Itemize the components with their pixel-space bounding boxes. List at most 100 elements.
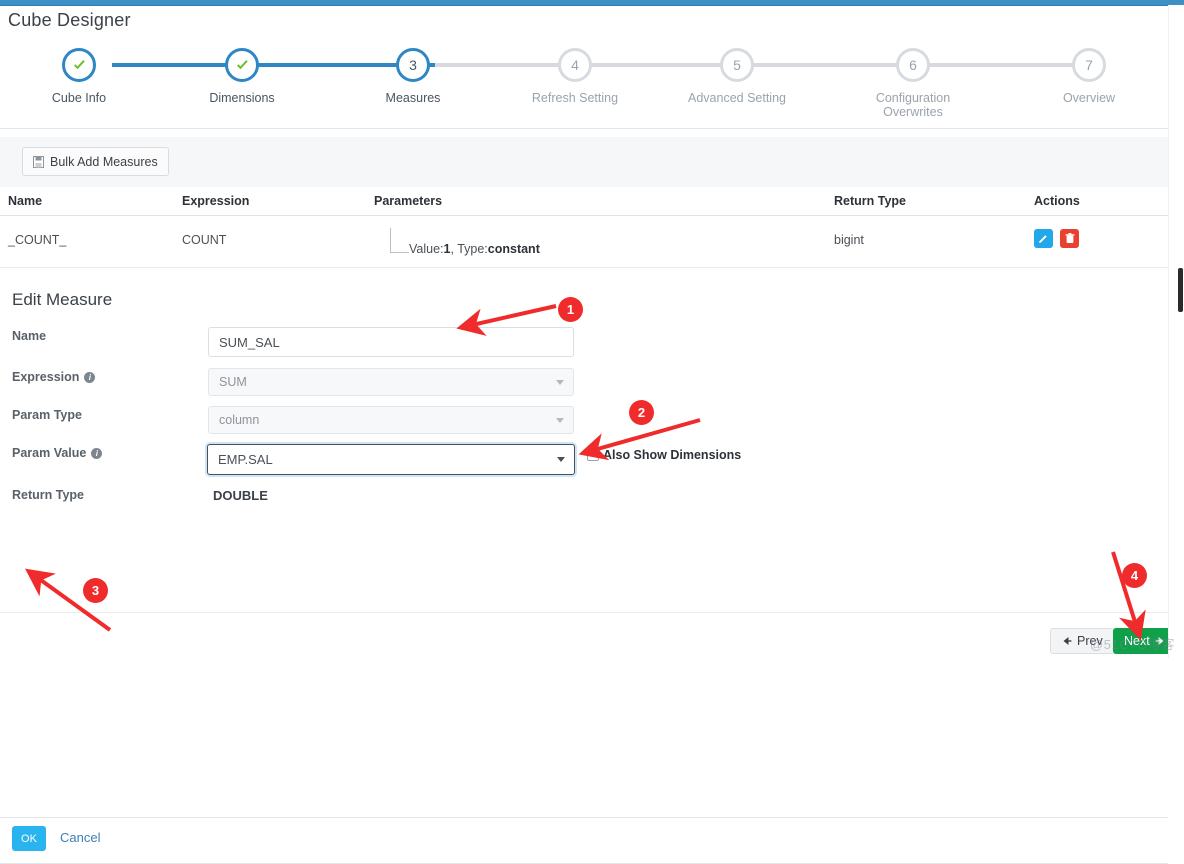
parameter-summary: Value:1, Type:constant [409, 242, 540, 256]
edit-measure-title: Edit Measure [12, 290, 113, 309]
column-header-name: Name [8, 194, 43, 208]
step-4-circle: 4 [558, 48, 592, 82]
cell-measure-actions [1034, 229, 1080, 248]
label-name-text: Name [12, 329, 47, 343]
arrow-left-icon [1063, 637, 1072, 645]
info-icon[interactable]: i [84, 371, 96, 383]
step-dimensions[interactable]: Dimensions [177, 42, 307, 105]
table-row[interactable]: _COUNT_ COUNT Value:1, Type:constant big… [0, 216, 1168, 268]
tree-elbow-connector [390, 228, 409, 253]
cell-measure-parameters: Value:1, Type:constant [390, 228, 620, 260]
stepper-divider [0, 128, 1168, 129]
floppy-icon [33, 155, 44, 168]
label-param-value: Param Value i [12, 446, 103, 460]
also-show-dimensions-checkbox[interactable] [587, 449, 599, 461]
label-param-type-text: Param Type [12, 408, 82, 422]
form-footer-divider [0, 817, 1168, 818]
prev-button-label: Prev [1077, 634, 1103, 648]
annotation-arrow-1 [456, 304, 557, 337]
field-param-value: EMP.SAL [207, 444, 575, 475]
cell-measure-return-type: bigint [834, 233, 864, 247]
measure-name-input[interactable] [208, 327, 574, 357]
annotation-badge-2: 2 [629, 400, 654, 425]
chevron-down-icon [556, 418, 564, 423]
cancel-button[interactable]: Cancel [60, 830, 100, 845]
step-overview[interactable]: 7 Overview [1024, 42, 1154, 105]
step-5-number: 5 [733, 57, 741, 73]
expression-select[interactable]: SUM [208, 368, 574, 396]
measures-table: Name Expression Parameters Return Type A… [0, 187, 1168, 268]
label-return-type: Return Type [12, 488, 84, 502]
step-1-circle [62, 48, 96, 82]
right-gutter [1168, 5, 1184, 658]
also-show-dimensions-label: Also Show Dimensions [603, 448, 742, 462]
vertical-scrollbar-thumb[interactable] [1178, 268, 1183, 312]
step-6-number: 6 [909, 57, 917, 73]
parameter-value-label: Value: [409, 242, 444, 256]
return-type-value: DOUBLE [213, 488, 268, 503]
chevron-down-icon [557, 457, 565, 462]
column-header-parameters: Parameters [374, 194, 443, 208]
step-7-label: Overview [1062, 91, 1116, 105]
measures-table-header: Name Expression Parameters Return Type A… [0, 187, 1168, 216]
next-button-label: Next [1124, 634, 1150, 648]
step-7-number: 7 [1085, 57, 1093, 73]
wizard-footer-divider [0, 612, 1168, 613]
ok-button[interactable]: OK [12, 826, 46, 851]
edit-measure-button[interactable] [1034, 229, 1053, 248]
step-4-number: 4 [571, 57, 579, 73]
parameter-type: constant [487, 242, 540, 256]
app-top-accent-bar [0, 0, 1184, 6]
bulk-add-measures-label: Bulk Add Measures [50, 154, 158, 169]
step-4-label: Refresh Setting [531, 91, 619, 105]
label-param-value-text: Param Value [12, 446, 87, 460]
step-5-circle: 5 [720, 48, 754, 82]
bulk-add-measures-button[interactable]: Bulk Add Measures [22, 147, 169, 176]
step-1-label: Cube Info [51, 91, 107, 105]
label-expression: Expression i [12, 370, 96, 384]
label-param-type: Param Type [12, 408, 82, 422]
step-refresh-setting[interactable]: 4 Refresh Setting [510, 42, 640, 105]
page-title: Cube Designer [8, 10, 131, 30]
wizard-stepper: Cube Info Dimensions 3 Measures 4 Refres… [0, 42, 1168, 122]
step-5-label: Advanced Setting [688, 91, 786, 105]
prev-button[interactable]: Prev [1050, 628, 1115, 654]
info-icon[interactable]: i [91, 447, 103, 459]
check-icon [73, 59, 85, 69]
trash-icon [1065, 233, 1075, 243]
param-type-select[interactable]: column [208, 406, 574, 434]
step-2-label: Dimensions [209, 91, 275, 105]
field-name [208, 327, 574, 357]
annotation-arrow-2 [578, 418, 701, 461]
cell-measure-expression: COUNT [182, 233, 227, 247]
delete-measure-button[interactable] [1060, 229, 1080, 248]
parameter-type-label: , Type: [450, 242, 488, 256]
stepper-bar-6-7 [925, 63, 1093, 67]
chevron-down-icon [556, 380, 564, 385]
label-return-type-text: Return Type [12, 488, 84, 502]
annotation-badge-4: 4 [1122, 563, 1147, 588]
arrow-right-icon [1155, 637, 1164, 645]
step-6-circle: 6 [896, 48, 930, 82]
cell-measure-name: _COUNT_ [8, 233, 67, 247]
label-name: Name [12, 329, 46, 343]
column-header-actions: Actions [1034, 194, 1080, 208]
step-6-label: Configuration Overwrites [875, 91, 951, 119]
param-value-select[interactable]: EMP.SAL [207, 444, 575, 475]
also-show-dimensions-checkbox-row[interactable]: Also Show Dimensions [587, 448, 741, 462]
annotation-badge-1: 1 [558, 297, 583, 322]
step-configuration-overwrites[interactable]: 6 Configuration Overwrites [848, 42, 978, 119]
step-3-label: Measures [385, 91, 441, 105]
next-button[interactable]: Next [1113, 628, 1176, 654]
field-param-type: column [208, 406, 574, 434]
step-measures[interactable]: 3 Measures [348, 42, 478, 105]
step-7-circle: 7 [1072, 48, 1106, 82]
step-advanced-setting[interactable]: 5 Advanced Setting [672, 42, 802, 105]
step-cube-info[interactable]: Cube Info [14, 42, 144, 105]
check-icon [236, 59, 248, 69]
pencil-icon [1039, 235, 1047, 243]
measures-toolbar: Bulk Add Measures [0, 137, 1168, 188]
field-expression: SUM [208, 368, 574, 396]
expression-select-value: SUM [219, 375, 247, 389]
annotation-badge-3: 3 [83, 578, 108, 603]
